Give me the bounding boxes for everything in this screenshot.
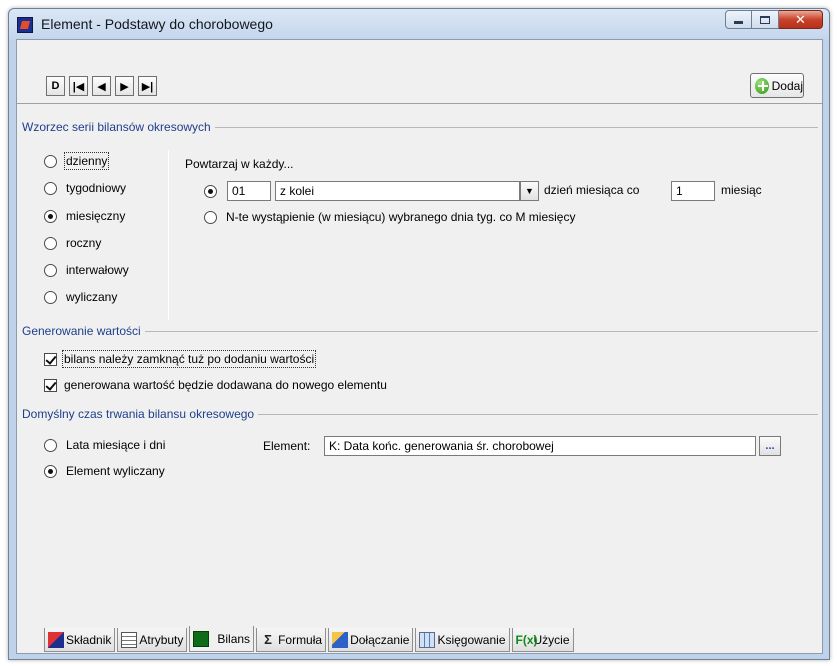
tab-atrybuty[interactable]: Atrybuty: [117, 628, 188, 652]
radio-label: tygodniowy: [66, 181, 127, 195]
radio-circle-selected: [44, 464, 57, 478]
close-icon: ✕: [795, 11, 806, 27]
browse-button[interactable]: ...: [759, 436, 781, 456]
radio-roczny[interactable]: roczny: [44, 235, 101, 251]
details-button[interactable]: D: [46, 76, 65, 96]
window-title: Element - Podstawy do chorobowego: [41, 16, 273, 32]
tab-label: Składnik: [66, 632, 112, 647]
day-number-field[interactable]: 01: [227, 181, 271, 201]
radio-wyliczany[interactable]: wyliczany: [44, 289, 117, 305]
checkbox-close-after-add[interactable]: bilans należy zamknąć tuż po dodaniu war…: [44, 350, 317, 368]
close-button[interactable]: ✕: [779, 10, 823, 29]
toolbar: D |◀ ◀ ▶ ▶| Dodaj: [17, 40, 822, 104]
tab-label: Bilans: [217, 631, 251, 646]
first-record-button[interactable]: |◀: [69, 76, 88, 96]
uzycie-icon: F(x): [515, 632, 538, 647]
checkbox-label: bilans należy zamknąć tuż po dodaniu war…: [61, 350, 317, 368]
radio-miesieczny[interactable]: miesięczny: [44, 208, 125, 224]
duration-group-title: Domyślny czas trwania bilansu okresowego: [22, 407, 259, 421]
tab-label: Dołączanie: [350, 632, 410, 647]
pattern-group-title: Wzorzec serii bilansów okresowych: [22, 120, 215, 134]
record-navigation: D |◀ ◀ ▶ ▶|: [46, 76, 161, 96]
radio-label: miesięczny: [66, 209, 126, 223]
maximize-icon: [760, 15, 770, 24]
bilans-icon: [193, 630, 210, 647]
radio-day-of-month[interactable]: [204, 183, 217, 199]
pattern-group-header: Wzorzec serii bilansów okresowych: [17, 120, 822, 134]
element-field[interactable]: K: Data końc. generowania śr. chorobowej: [324, 436, 756, 456]
radio-circle: [44, 181, 57, 195]
dialog-window: Element - Podstawy do chorobowego ✕ D |◀…: [8, 8, 830, 660]
generation-group-header: Generowanie wartości: [17, 324, 822, 338]
tab-label: Atrybuty: [139, 632, 184, 647]
order-select[interactable]: z kolei: [275, 181, 520, 201]
months-label: miesiąc: [721, 183, 762, 197]
radio-dzienny[interactable]: dzienny: [44, 152, 110, 170]
tab-skladnik[interactable]: Składnik: [44, 628, 116, 652]
app-icon: [17, 17, 33, 33]
radio-circle: [44, 263, 57, 277]
months-interval-field[interactable]: 1: [671, 181, 715, 201]
ksiegowanie-icon: [419, 631, 436, 648]
tab-bilans[interactable]: Bilans: [189, 626, 255, 652]
skladnik-icon: [48, 631, 64, 648]
checkbox-add-to-new-element[interactable]: generowana wartość będzie dodawana do no…: [44, 377, 387, 393]
radio-circle: [44, 290, 57, 304]
tab-formula[interactable]: Σ Formuła: [256, 628, 327, 652]
add-button-label: Dodaj: [771, 78, 803, 93]
repeat-label: Powtarzaj w każdy...: [185, 157, 294, 171]
maximize-button[interactable]: [752, 10, 779, 29]
checkbox-box-checked: [44, 378, 57, 392]
caption-buttons: ✕: [725, 10, 823, 29]
next-record-button[interactable]: ▶: [115, 76, 134, 96]
radio-label: roczny: [66, 236, 102, 250]
tab-label: Formuła: [278, 632, 323, 647]
checkbox-box-checked: [44, 352, 57, 366]
checkbox-label: generowana wartość będzie dodawana do no…: [64, 378, 387, 392]
radio-circle: [44, 236, 57, 250]
radio-label: Lata miesiące i dni: [66, 438, 166, 452]
radio-interwalowy[interactable]: interwałowy: [44, 262, 129, 278]
prev-record-button[interactable]: ◀: [92, 76, 111, 96]
atrybuty-icon: [121, 631, 138, 648]
radio-label: dzienny: [63, 152, 110, 170]
radio-circle: [44, 438, 57, 452]
vertical-separator: [168, 150, 169, 320]
radio-nth-weekday[interactable]: N-te wystąpienie (w miesiącu) wybranego …: [204, 209, 575, 225]
radio-label: interwałowy: [66, 263, 129, 277]
radio-circle-selected: [44, 209, 57, 223]
tab-strip: Składnik Atrybuty Bilans Σ Formuła Dołąc…: [44, 626, 576, 652]
radio-tygodniowy[interactable]: tygodniowy: [44, 180, 126, 196]
title-bar[interactable]: Element - Podstawy do chorobowego ✕: [9, 9, 829, 39]
minimize-icon: [734, 21, 743, 24]
tab-label: Użycie: [533, 632, 570, 647]
radio-circle-selected: [204, 184, 217, 198]
formula-icon: Σ: [264, 631, 272, 647]
last-record-button[interactable]: ▶|: [138, 76, 157, 96]
client-area: D |◀ ◀ ▶ ▶| Dodaj Wzorzec serii bilansów…: [16, 39, 823, 654]
tab-dolaczanie[interactable]: Dołączanie: [328, 628, 414, 652]
plus-circle-icon: [755, 77, 769, 94]
order-dropdown-button[interactable]: ▼: [520, 181, 539, 201]
minimize-button[interactable]: [725, 10, 752, 29]
duration-group-header: Domyślny czas trwania bilansu okresowego: [17, 407, 822, 421]
day-of-month-label: dzień miesiąca co: [544, 183, 640, 197]
radio-computed-element[interactable]: Element wyliczany: [44, 463, 165, 479]
radio-label: Element wyliczany: [66, 464, 165, 478]
add-button[interactable]: Dodaj: [750, 73, 804, 98]
radio-circle: [44, 154, 57, 168]
radio-label: N-te wystąpienie (w miesiącu) wybranego …: [226, 210, 576, 224]
tab-label: Księgowanie: [437, 632, 506, 647]
radio-label: wyliczany: [66, 290, 118, 304]
radio-circle: [204, 210, 217, 224]
chevron-down-icon: ▼: [525, 186, 534, 196]
generation-group-title: Generowanie wartości: [22, 324, 145, 338]
tab-uzycie[interactable]: F(x) Użycie: [511, 628, 574, 652]
dolaczanie-icon: [332, 631, 349, 648]
element-label: Element:: [263, 439, 311, 453]
tab-ksiegowanie[interactable]: Księgowanie: [415, 628, 510, 652]
radio-years-months-days[interactable]: Lata miesiące i dni: [44, 437, 165, 453]
